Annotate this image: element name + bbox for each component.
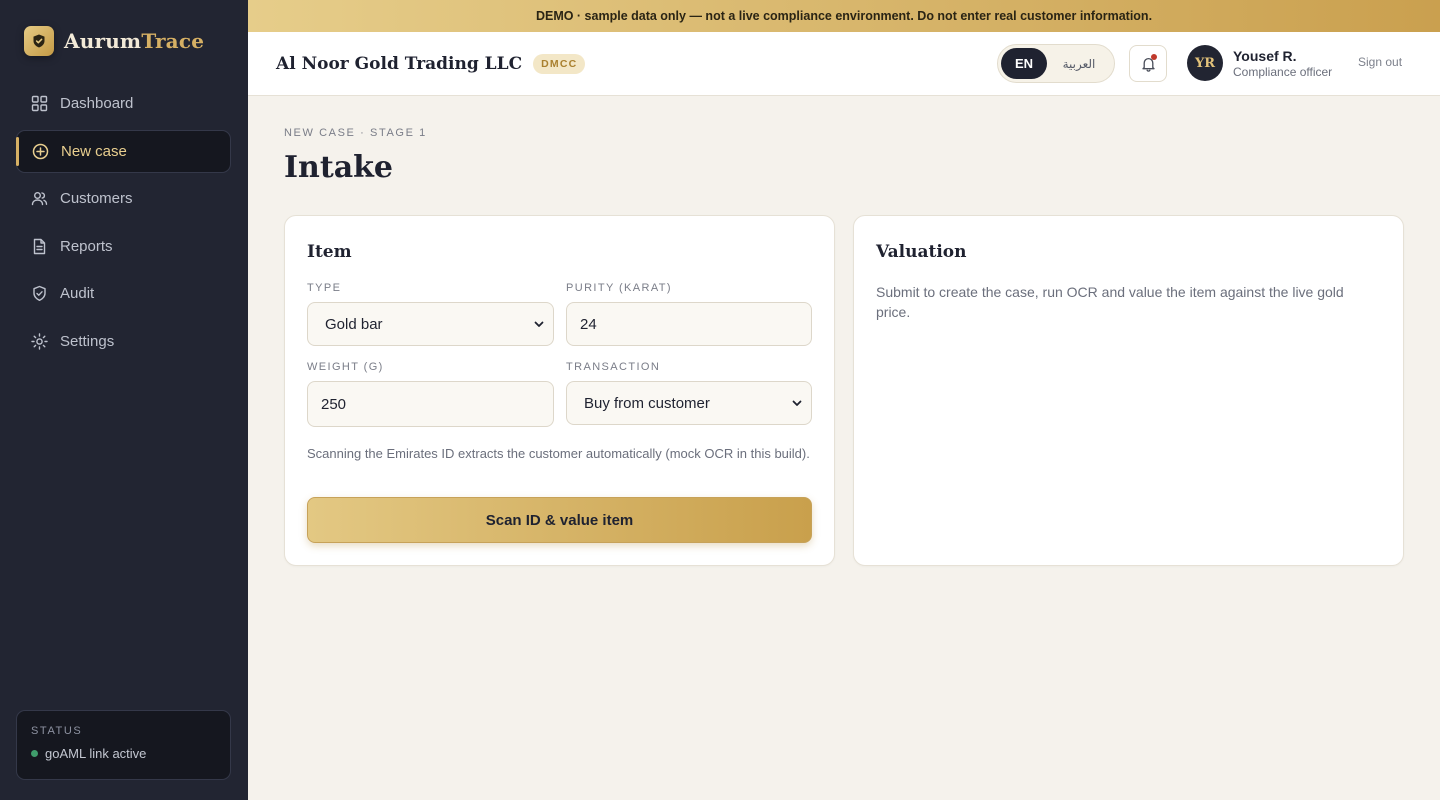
users-icon [30, 190, 48, 208]
demo-banner-text: DEMO · sample data only — not a live com… [535, 9, 1153, 23]
shield-logo-icon [24, 26, 54, 56]
sign-out-link[interactable]: Sign out [1358, 55, 1402, 69]
purity-input[interactable]: 24 [566, 302, 812, 346]
status-text: goAML link active [45, 746, 147, 761]
chevron-down-icon [534, 321, 544, 327]
lang-ar-button[interactable]: العربية [1047, 48, 1111, 79]
transaction-label: TRANSACTION [566, 361, 661, 373]
valuation-card-title: Valuation [876, 242, 967, 262]
company-name: Al Noor Gold Trading LLC [276, 53, 523, 74]
brand-logo[interactable]: AurumTrace [24, 26, 204, 56]
scan-hint-text: Scanning the Emirates ID extracts the cu… [307, 446, 810, 461]
sidebar: AurumTrace Dashboard New case Customers … [0, 0, 248, 800]
user-name: Yousef R. [1233, 48, 1297, 64]
type-select-value: Gold bar [325, 315, 383, 333]
sidebar-nav: Dashboard New case Customers Reports Aud… [16, 82, 231, 367]
sidebar-item-label: Dashboard [60, 95, 134, 112]
shield-check-icon [30, 285, 48, 303]
user-role: Compliance officer [1233, 65, 1333, 79]
avatar[interactable]: YR [1187, 45, 1223, 81]
valuation-text: Submit to create the case, run OCR and v… [876, 284, 1344, 320]
weight-input-value: 250 [321, 395, 347, 413]
brand-name: AurumTrace [64, 29, 204, 53]
sidebar-item-audit[interactable]: Audit [16, 272, 231, 315]
sidebar-item-label: Audit [60, 285, 95, 302]
gear-icon [30, 332, 48, 350]
company-badge: DMCC [533, 53, 586, 74]
status-line: goAML link active [31, 746, 216, 761]
plus-circle-icon [31, 142, 49, 160]
item-card-title: Item [307, 242, 352, 262]
sidebar-item-label: New case [61, 142, 127, 160]
sidebar-item-settings[interactable]: Settings [16, 320, 231, 363]
transaction-select[interactable]: Buy from customer [566, 381, 812, 425]
purity-label: PURITY (KARAT) [566, 282, 672, 294]
sidebar-item-label: Settings [60, 332, 115, 350]
sidebar-item-new-case[interactable]: New case [16, 129, 231, 173]
brand-name-part1: Aurum [64, 29, 142, 53]
language-toggle: EN العربية [997, 44, 1115, 83]
status-title: STATUS [31, 725, 83, 737]
sidebar-item-dashboard[interactable]: Dashboard [16, 82, 231, 125]
brand-name-part2: Trace [141, 29, 205, 53]
chevron-down-icon [792, 400, 802, 406]
valuation-card: Valuation Submit to create the case, run… [853, 215, 1404, 566]
status-dot-icon [31, 750, 38, 757]
lang-en-button[interactable]: EN [1001, 48, 1047, 79]
sidebar-item-label: Customers [60, 190, 133, 207]
purity-input-value: 24 [580, 315, 597, 333]
type-select[interactable]: Gold bar [307, 302, 554, 346]
file-icon [30, 237, 48, 255]
weight-label: WEIGHT (G) [307, 361, 384, 373]
grid-icon [30, 95, 48, 113]
status-panel: STATUS goAML link active [16, 710, 231, 780]
company-info: Al Noor Gold Trading LLC DMCC [276, 32, 586, 95]
scan-id-value-button[interactable]: Scan ID & value item [307, 497, 812, 543]
sidebar-item-reports[interactable]: Reports [16, 225, 231, 268]
weight-input[interactable]: 250 [307, 381, 554, 427]
demo-banner: DEMO · sample data only — not a live com… [248, 0, 1440, 32]
transaction-select-value: Buy from customer [584, 394, 710, 412]
notification-dot [1151, 54, 1157, 60]
notifications-button[interactable] [1129, 45, 1167, 82]
sidebar-item-customers[interactable]: Customers [16, 177, 231, 220]
page-title: Intake [284, 150, 394, 185]
breadcrumb: NEW CASE · STAGE 1 [284, 127, 427, 139]
type-label: TYPE [307, 282, 342, 294]
sidebar-item-label: Reports [60, 237, 113, 255]
top-header: Al Noor Gold Trading LLC DMCC EN العربية… [248, 32, 1440, 96]
item-card: Item TYPE Gold bar PURITY (KARAT) 24 WEI… [284, 215, 835, 566]
